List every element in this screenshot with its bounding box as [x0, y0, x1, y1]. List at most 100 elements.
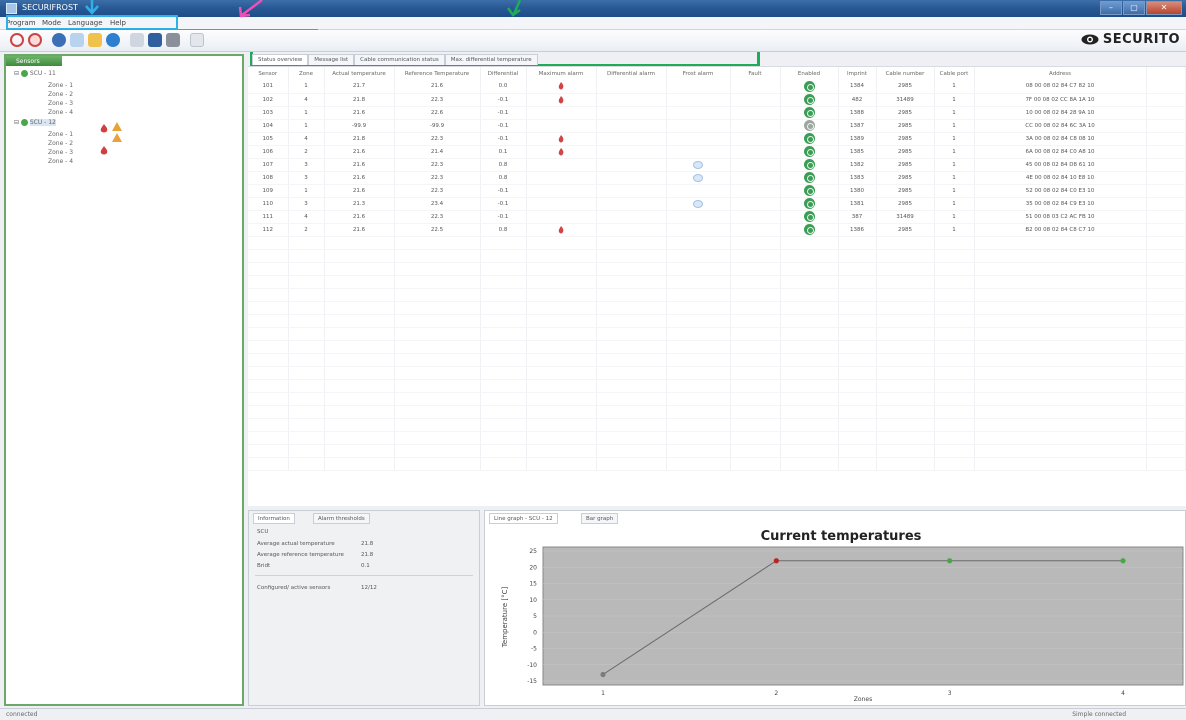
power-off-icon[interactable]	[10, 33, 24, 47]
tab-alarm-thresholds[interactable]: Alarm thresholds	[313, 513, 370, 524]
data-point[interactable]	[1120, 558, 1126, 564]
flame-icon	[100, 146, 108, 155]
enabled-status-icon[interactable]	[803, 172, 815, 183]
tab-message-list[interactable]: Message list	[308, 54, 355, 65]
tab-status-overview[interactable]: Status overview	[252, 54, 309, 65]
menu-program[interactable]: Program	[6, 19, 36, 27]
tab-cable-communication-status[interactable]: Cable communication status	[354, 54, 445, 65]
empty-cell	[1146, 288, 1186, 302]
tree-node-zone[interactable]: Zone - 2	[48, 140, 73, 147]
table-row[interactable]: 110 3 21.3 23.4 -0.1 1381 2985 1 35 00 08 02 84 …	[248, 197, 1186, 211]
monitor-icon[interactable]	[70, 33, 84, 47]
enabled-status-icon[interactable]	[803, 146, 815, 157]
column-header[interactable]: Address	[974, 67, 1147, 80]
column-header[interactable]: Imprint	[838, 67, 877, 80]
column-header[interactable]: Actual temperature	[324, 67, 395, 80]
tab-information[interactable]: Information	[253, 513, 295, 524]
enabled-status-icon[interactable]	[803, 133, 815, 144]
tree-node-zone[interactable]: Zone - 3	[48, 149, 73, 156]
column-header[interactable]: Frost alarm	[666, 67, 731, 80]
empty-cell	[666, 262, 731, 276]
tab-max-differential-temperature[interactable]: Max. differential temperature	[444, 54, 538, 65]
data-point[interactable]	[947, 558, 953, 564]
warning-icon	[112, 122, 122, 131]
empty-cell	[480, 431, 527, 445]
empty-cell	[1146, 353, 1186, 367]
empty-cell	[780, 353, 839, 367]
empty-cell	[974, 249, 1147, 263]
column-header[interactable]: Reference Temperature	[394, 67, 481, 80]
tree-node-scu-11[interactable]: ⊟ SCU - 11	[14, 70, 56, 77]
tree-node-zone[interactable]: Zone - 4	[48, 158, 73, 165]
empty-cell	[1146, 444, 1186, 458]
table-row[interactable]: 109 1 21.6 22.3 -0.1 1380 2985 1 52 00 08 02 84 …	[248, 184, 1186, 198]
empty-cell	[480, 314, 527, 328]
column-header[interactable]: Cable number	[876, 67, 935, 80]
column-header[interactable]: Maximum alarm	[526, 67, 597, 80]
table-cell	[780, 223, 839, 237]
empty-cell	[838, 327, 877, 341]
window-icon[interactable]	[130, 33, 144, 47]
column-header[interactable]: Cable port	[934, 67, 975, 80]
table-cell: 22.3	[394, 93, 481, 107]
row-spacer	[1146, 210, 1186, 224]
tree-node-scu-12[interactable]: ⊟ SCU - 12	[14, 119, 56, 126]
table-row[interactable]: 103 1 21.6 22.6 -0.1 1388 2985 1 10 00 08 02 84 …	[248, 106, 1186, 120]
menu-mode[interactable]: Mode	[42, 19, 61, 27]
tree-node-zone[interactable]: Zone - 2	[48, 91, 73, 98]
empty-cell	[876, 262, 935, 276]
empty-cell	[730, 340, 781, 354]
empty-cell	[838, 236, 877, 250]
column-header[interactable]: Differential alarm	[596, 67, 667, 80]
minimize-button[interactable]: –	[1100, 1, 1122, 15]
column-header[interactable]: Zone	[288, 67, 325, 80]
enabled-status-icon[interactable]	[803, 120, 815, 131]
tree-node-zone[interactable]: Zone - 1	[48, 131, 73, 138]
column-header[interactable]: Fault	[730, 67, 781, 80]
table-row[interactable]: 106 2 21.6 21.4 0.1 1385 2985 1 6A 00 08 02 84 C…	[248, 145, 1186, 159]
tab-line-graph[interactable]: Line graph - SCU - 12	[489, 513, 558, 524]
folder-icon[interactable]	[88, 33, 102, 47]
tab-bar-graph[interactable]: Bar graph	[581, 513, 619, 524]
tree-node-zone[interactable]: Zone - 4	[48, 109, 73, 116]
tree-node-zone[interactable]: Zone - 3	[48, 100, 73, 107]
table-row[interactable]: 102 4 21.8 22.3 -0.1 482 31489 1 7F 00 08 02 CC …	[248, 93, 1186, 107]
table-row[interactable]: 104 1 -99.9 -99.9 -0.1 1387 2985 1 CC 00 08 02 8…	[248, 119, 1186, 133]
maximize-button[interactable]: ▢	[1123, 1, 1145, 15]
menu-help[interactable]: Help	[110, 19, 126, 27]
table-row[interactable]: 107 3 21.6 22.3 0.8 1382 2985 1 45 00 08 02 84 D…	[248, 158, 1186, 172]
data-point[interactable]	[773, 558, 779, 564]
enabled-status-icon[interactable]	[803, 94, 815, 105]
enabled-status-icon[interactable]	[803, 185, 815, 196]
stop-icon[interactable]	[28, 33, 42, 47]
enabled-status-icon[interactable]	[803, 159, 815, 170]
menu-language[interactable]: Language	[68, 19, 103, 27]
tree-node-zone[interactable]: Zone - 1	[48, 82, 73, 89]
enabled-status-icon[interactable]	[803, 224, 815, 235]
enabled-status-icon[interactable]	[803, 107, 815, 118]
info-icon[interactable]	[106, 33, 120, 47]
table-cell	[666, 145, 731, 159]
table-row[interactable]: 105 4 21.8 22.3 -0.1 1389 2985 1 3A 00 08 02 84 …	[248, 132, 1186, 146]
table-row[interactable]: 112 2 21.6 22.5 0.8 1386 2985 1 B2 00 08 02 84 C…	[248, 223, 1186, 237]
empty-cell	[394, 288, 481, 302]
column-header[interactable]: Differential	[480, 67, 527, 80]
table-row[interactable]: 101 1 21.7 21.6 0.0 1384 2985 1 08 00 08 02 84 C…	[248, 80, 1186, 94]
empty-cell	[480, 418, 527, 432]
table-row[interactable]: 111 4 21.6 22.3 -0.1 387 31489 1 51 00 08 03 C2 …	[248, 210, 1186, 224]
empty-cell	[838, 418, 877, 432]
table-row[interactable]: 108 3 21.6 22.3 0.8 1383 2985 1 4E 00 08 02 84 1…	[248, 171, 1186, 185]
enabled-status-icon[interactable]	[803, 198, 815, 209]
enabled-status-icon[interactable]	[803, 80, 815, 92]
globe-icon[interactable]	[52, 33, 66, 47]
chart-icon[interactable]	[148, 33, 162, 47]
empty-cell	[974, 366, 1147, 380]
settings-icon[interactable]	[166, 33, 180, 47]
column-header[interactable]: Sensor	[248, 67, 289, 80]
table-cell: 1387	[838, 119, 877, 133]
data-point[interactable]	[600, 671, 606, 678]
print-icon[interactable]	[190, 33, 204, 47]
column-header[interactable]: Enabled	[780, 67, 839, 80]
close-button[interactable]: ✕	[1146, 1, 1182, 15]
enabled-status-icon[interactable]	[803, 211, 815, 222]
